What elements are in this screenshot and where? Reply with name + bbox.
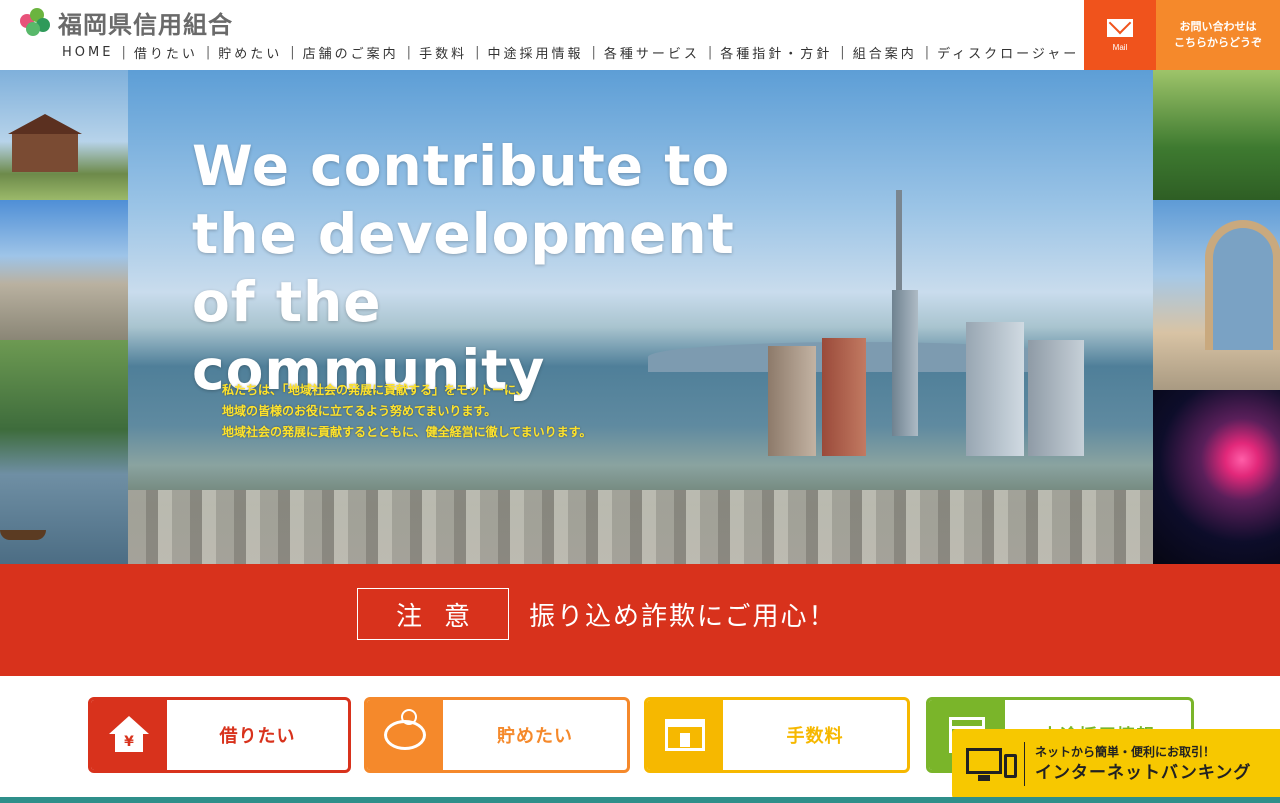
- site-header: 福岡県信用組合 HOME | 借りたい | 貯めたい | 店舗のご案内 | 手数…: [0, 0, 1280, 70]
- nav-policies[interactable]: 各種指針・方針: [720, 43, 832, 62]
- nav-separator: |: [406, 45, 412, 60]
- nav-separator: |: [591, 45, 596, 60]
- hero-heading: We contribute to the development of the …: [192, 134, 735, 402]
- nav-branches[interactable]: 店舗のご案内: [303, 43, 399, 62]
- hero-copy: 私たちは、「地域社会の発展に貢献する」をモットーに、 地域の皆様のお役に立てるよ…: [222, 380, 682, 443]
- devices-icon: [966, 744, 1018, 784]
- global-nav: HOME | 借りたい | 貯めたい | 店舗のご案内 | 手数料 | 中途採用…: [62, 43, 1079, 62]
- piggy-bank-icon: [367, 700, 443, 770]
- category-borrow-button[interactable]: ¥ 借りたい: [88, 697, 351, 773]
- mail-button[interactable]: Mail: [1084, 0, 1156, 70]
- mail-label: Mail: [1112, 42, 1128, 52]
- contact-button[interactable]: お問い合わせは こちらからどうぞ: [1156, 0, 1280, 70]
- hero-section: We contribute to the development of the …: [0, 70, 1280, 564]
- nav-careers[interactable]: 中途採用情報: [487, 43, 583, 62]
- nav-separator: |: [840, 45, 845, 60]
- warning-badge[interactable]: 注意: [357, 588, 509, 640]
- nav-services[interactable]: 各種サービス: [604, 43, 700, 62]
- footer-strip: [0, 797, 1280, 803]
- nav-separator: |: [121, 45, 126, 60]
- nav-separator: |: [924, 45, 930, 60]
- side-photo-station: [1153, 200, 1280, 390]
- hero-copy-line: 地域の皆様のお役に立てるよう努めてまいります。: [222, 404, 497, 418]
- side-photo-trees: [1153, 70, 1280, 200]
- house-yen-icon: ¥: [91, 700, 167, 770]
- nav-separator: |: [205, 45, 211, 60]
- side-photo-historic-building: [0, 70, 128, 200]
- fraud-warning-banner: 注意 振り込め詐欺にご用心！: [0, 564, 1280, 676]
- category-save-button[interactable]: 貯めたい: [364, 697, 630, 773]
- logo-text: 福岡県信用組合: [58, 10, 233, 39]
- contact-label-line1: お問い合わせは: [1179, 20, 1257, 33]
- contact-label-line2: こちらからどうぞ: [1174, 36, 1262, 49]
- internet-banking-button[interactable]: ネットから簡単・便利にお取引！ インターネットバンキング: [952, 729, 1280, 799]
- netbank-subtitle: ネットから簡単・便利にお取引！: [1035, 745, 1216, 759]
- side-photo-city: [0, 200, 128, 340]
- atm-icon: [647, 700, 723, 770]
- category-fee-label: 手数料: [786, 726, 844, 747]
- nav-save[interactable]: 貯めたい: [218, 43, 282, 62]
- side-photo-fireworks: [1153, 390, 1280, 564]
- netbank-title: インターネットバンキング: [1035, 763, 1252, 783]
- clover-logo-icon: [18, 6, 52, 38]
- side-photo-river-boat: [0, 340, 128, 564]
- hero-copy-line: 私たちは、「地域社会の発展に貢献する」をモットーに、: [222, 383, 528, 397]
- divider: [1024, 742, 1025, 786]
- envelope-icon: [1107, 18, 1133, 37]
- nav-home[interactable]: HOME: [62, 45, 113, 60]
- nav-disclosure[interactable]: ディスクロージャー: [937, 43, 1079, 62]
- hero-copy-line: 地域社会の発展に貢献するとともに、健全経営に徹してまいります。: [222, 425, 592, 439]
- nav-separator: |: [707, 45, 713, 60]
- nav-fees[interactable]: 手数料: [419, 43, 467, 62]
- logo[interactable]: 福岡県信用組合: [18, 6, 233, 39]
- nav-about[interactable]: 組合案内: [853, 43, 917, 62]
- warning-link[interactable]: 振り込め詐欺にご用心！: [529, 596, 836, 633]
- category-borrow-label: 借りたい: [219, 726, 296, 747]
- nav-borrow[interactable]: 借りたい: [134, 43, 198, 62]
- category-save-label: 貯めたい: [497, 726, 573, 747]
- category-fee-button[interactable]: 手数料: [644, 697, 910, 773]
- nav-separator: |: [290, 45, 295, 60]
- nav-separator: |: [475, 45, 480, 60]
